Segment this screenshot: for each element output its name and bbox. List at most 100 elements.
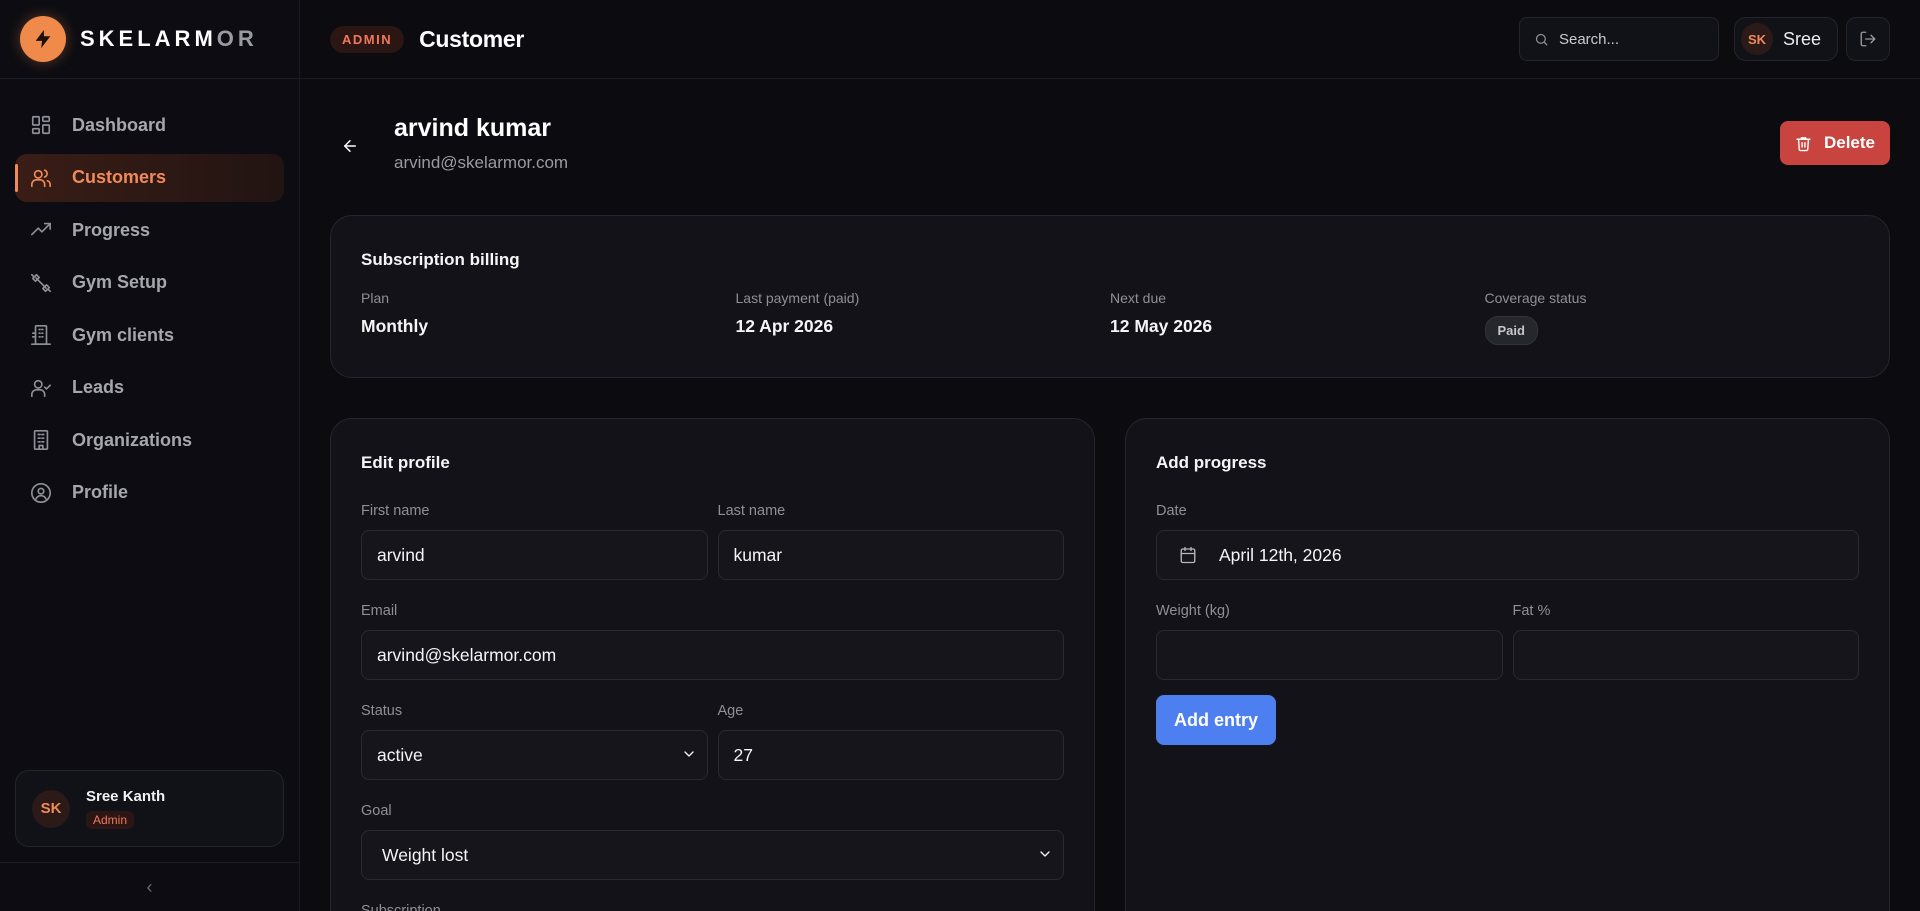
weight-field-group: Weight (kg) [1156,603,1503,680]
sidebar-item-label: Leads [72,377,125,397]
sidebar-item-label: Gym Setup [72,272,168,292]
forms-row: Edit profile First name arvind Last name… [330,418,1890,911]
chevron-left-icon[interactable]: ‹ [147,877,153,898]
sidebar-user-card[interactable]: SK Sree Kanth Admin [15,770,284,847]
calendar-icon [1180,546,1196,564]
goal-label: Goal [361,803,392,819]
email-field-group: Email arvind@skelarmor.com [361,603,1064,680]
trending-up-icon [31,222,51,236]
edit-profile-card: Edit profile First name arvind Last name… [330,418,1095,911]
users-icon [31,168,51,187]
billing-title: Subscription billing [361,250,520,269]
app-root: SKELARMOR Dashboard Customers Progress G… [0,0,1920,911]
first-name-input[interactable]: arvind [361,530,708,580]
sidebar-item-label: Dashboard [72,114,167,135]
status-label: Status [361,703,403,719]
weight-input[interactable] [1156,630,1503,680]
age-input[interactable]: 27 [717,730,1064,780]
sidebar-nav: Dashboard Customers Progress Gym Setup G… [0,79,299,517]
chevron-down-icon [683,751,694,757]
brand-name-dim: OR [216,26,258,51]
brand-name: SKELARMOR [80,26,258,52]
coverage-label: Coverage status [1484,290,1587,306]
dashboard-icon [31,115,51,135]
status-select-value: active [377,744,423,765]
goal-row: Goal Weight lost [361,803,1064,880]
avatar: SK [1740,23,1773,55]
date-picker[interactable]: April 12th, 2026 [1156,530,1859,580]
email-row: Email arvind@skelarmor.com [361,603,1064,680]
last-name-field-group: Last name kumar [717,503,1064,580]
user-role-badge: Admin [86,811,135,829]
edit-profile-title: Edit profile [361,453,450,472]
trash-icon [1796,136,1811,151]
customer-heading: arvind kumar arvind@skelarmor.com [394,114,568,173]
fat-field-group: Fat % [1512,603,1859,680]
next-due-value: 12 May 2026 [1110,316,1213,336]
avatar: SK [32,789,70,828]
status-select[interactable]: active [361,730,708,780]
topbar-right: SK Sree [1518,17,1890,61]
billing-plan: Plan Monthly [361,290,736,345]
search-box[interactable] [1518,17,1719,61]
add-progress-card: Add progress Date April 12th, 2026 Weigh… [1125,418,1890,911]
lightning-logo-icon[interactable] [20,16,66,62]
age-field-group: Age 27 [717,703,1064,780]
dumbbell-icon [31,273,51,292]
back-button[interactable] [330,126,370,166]
first-name-label: First name [361,503,430,519]
add-entry-button[interactable]: Add entry [1156,695,1276,745]
sidebar-item-leads[interactable]: Leads [15,364,284,412]
sidebar-item-organizations[interactable]: Organizations [15,416,284,464]
sidebar-item-dashboard[interactable]: Dashboard [15,101,284,149]
billing-coverage: Coverage status Paid [1484,290,1860,345]
date-field-group: Date April 12th, 2026 [1156,503,1859,580]
search-input[interactable] [1558,30,1709,48]
weight-fat-row: Weight (kg) Fat % [1156,603,1859,680]
user-check-icon [31,379,51,397]
first-name-field-group: First name arvind [361,503,708,580]
logout-button[interactable] [1846,17,1890,61]
plan-label: Plan [361,290,390,306]
last-name-input[interactable]: kumar [717,530,1064,580]
customer-name: arvind kumar [394,114,552,142]
user-menu-button[interactable]: SK Sree [1733,17,1838,61]
customer-header: arvind kumar arvind@skelarmor.com Delete [330,79,1890,215]
email-field[interactable]: arvind@skelarmor.com [361,630,1064,680]
billing-last-payment: Last payment (paid) 12 Apr 2026 [736,290,1111,345]
status-badge: Paid [1484,316,1538,345]
status-field-group: Status active [361,703,708,780]
age-label: Age [717,703,744,719]
goal-select[interactable]: Weight lost [361,830,1064,880]
billing-grid: Plan Monthly Last payment (paid) 12 Apr … [361,290,1859,345]
subscription-label: Subscription [361,903,441,911]
last-name-label: Last name [717,503,786,519]
main-area: ADMIN Customer SK Sree [300,0,1920,911]
name-row: First name arvind Last name kumar [361,503,1064,580]
last-payment-label: Last payment (paid) [735,290,860,306]
sidebar-collapse-bar: ‹ [0,862,299,911]
delete-button[interactable]: Delete [1779,121,1890,165]
sidebar-item-gym-clients[interactable]: Gym clients [15,311,284,359]
sidebar-item-gym-setup[interactable]: Gym Setup [15,259,284,307]
logout-icon [1860,31,1876,47]
fat-input[interactable] [1512,630,1859,680]
plan-value: Monthly [361,316,429,336]
goal-select-value: Weight lost [382,844,469,865]
add-progress-title: Add progress [1156,453,1267,472]
sidebar: SKELARMOR Dashboard Customers Progress G… [0,0,300,911]
office-building-icon [33,430,49,450]
date-label: Date [1156,503,1187,519]
user-name: Sree Kanth [86,788,166,805]
sidebar-item-progress[interactable]: Progress [15,206,284,254]
customer-email: arvind@skelarmor.com [394,153,569,172]
status-age-row: Status active Age 27 [361,703,1064,780]
search-icon [1535,33,1548,46]
sidebar-item-profile[interactable]: Profile [15,469,284,517]
topbar: ADMIN Customer SK Sree [300,0,1920,79]
date-value: April 12th, 2026 [1219,544,1342,565]
sidebar-item-customers[interactable]: Customers [15,153,284,202]
user-info: Sree Kanth Admin [86,788,165,829]
building-icon [31,325,51,345]
sidebar-item-label: Gym clients [72,324,175,345]
